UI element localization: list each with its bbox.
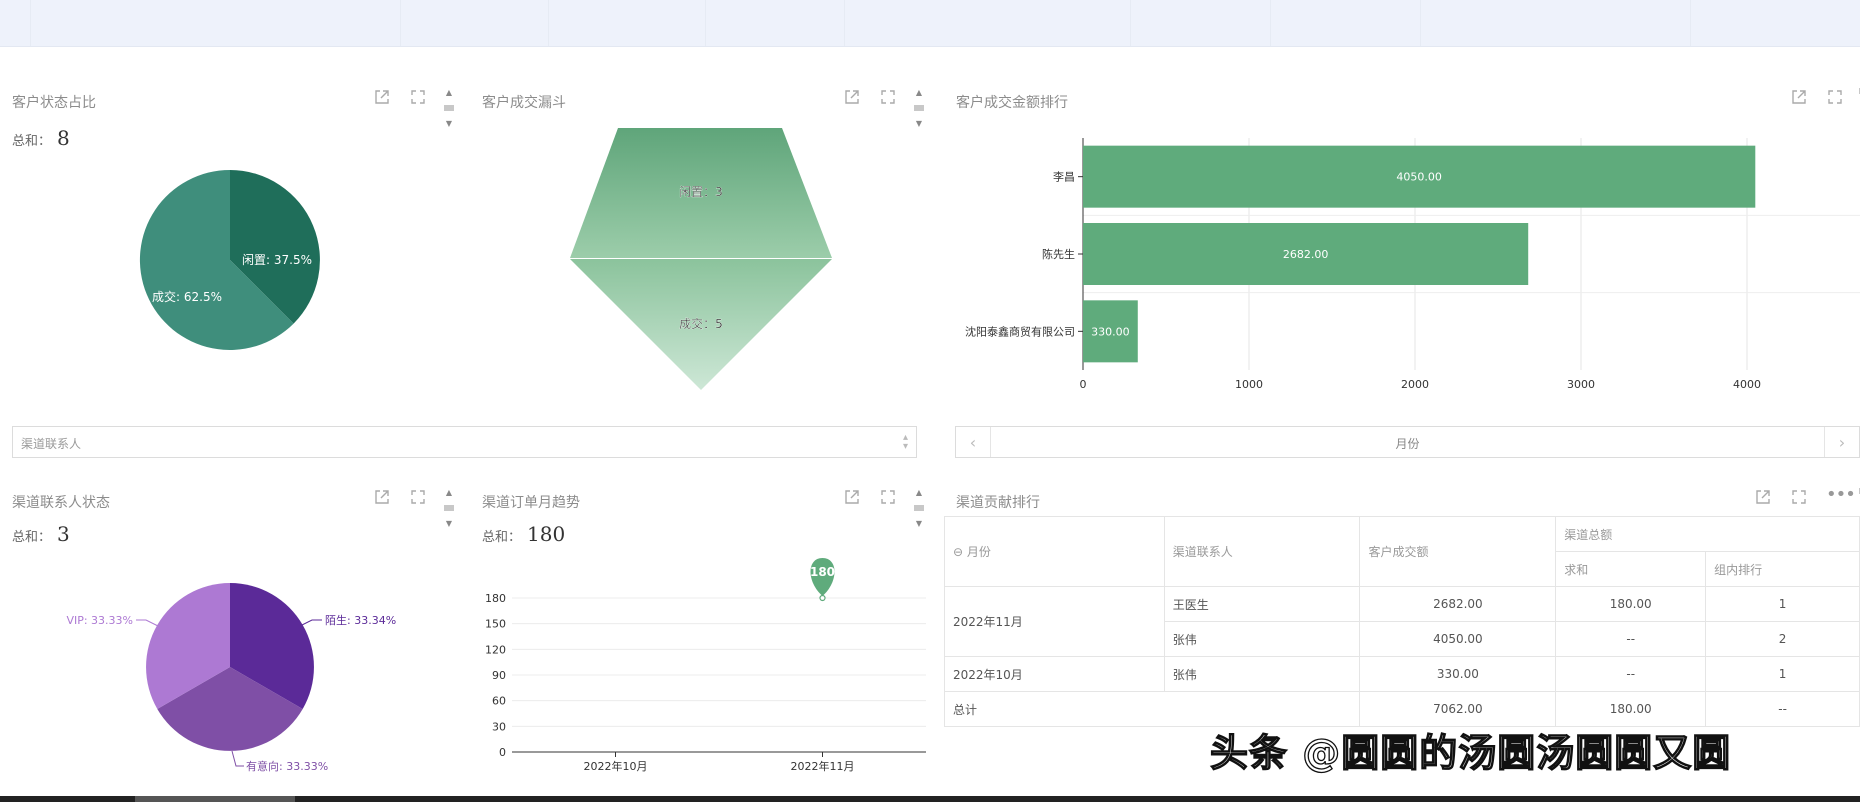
data-point: [819, 594, 826, 602]
pie-label-idle: 闲置: 37.5%: [242, 253, 312, 267]
marker-label: 180: [810, 565, 835, 579]
more-icon[interactable]: •••: [1826, 486, 1856, 506]
customer-funnel-panel: 客户成交漏斗 ▲ ▼ 闲置：3 成交：5: [470, 80, 935, 400]
cell-rank: 1: [1705, 586, 1860, 622]
toolbar-divider: [548, 0, 549, 46]
y-tick-label: 120: [485, 643, 506, 656]
table-header-row: ⊖ 月份 渠道联系人 客户成交额 渠道总额: [944, 516, 1860, 587]
top-toolbar: [0, 0, 1860, 47]
x-tick-label: 4000: [1733, 378, 1761, 391]
cell-rank: 1: [1705, 656, 1860, 692]
y-tick-label: 180: [485, 592, 506, 605]
header-rank: 组内排行: [1705, 551, 1860, 587]
cell-month: 2022年11月: [944, 586, 1165, 657]
x-tick-label: 2022年11月: [791, 759, 855, 773]
cell-contact: 王医生: [1163, 586, 1361, 622]
watermark-text: 头条 @圆圆的汤圆汤圆圆又圆: [1209, 730, 1732, 775]
select-placeholder: 渠道联系人: [21, 437, 82, 451]
y-tick-label: 60: [492, 695, 506, 708]
scrollbar-thumb[interactable]: [135, 796, 295, 802]
cell-contact: 张伟: [1163, 656, 1361, 692]
cell-deal: 330.00: [1359, 656, 1557, 692]
y-tick-label: 30: [492, 720, 506, 733]
next-month-button[interactable]: ›: [1824, 427, 1859, 457]
horizontal-scrollbar[interactable]: [0, 796, 1860, 802]
select-arrows-icon: ▴ ▾: [902, 432, 908, 452]
cell-rank: 2: [1705, 621, 1860, 657]
y-tick-label: 0: [499, 746, 506, 759]
x-tick-label: 2022年10月: [584, 759, 648, 773]
toolbar-divider: [400, 0, 401, 46]
x-tick-label: 3000: [1567, 378, 1595, 391]
pie-label-deal: 成交: 62.5%: [152, 289, 222, 304]
customer-amount-panel: 客户成交金额排行 010002000300040005000李昌4050.00陈…: [944, 80, 1860, 400]
funnel-label-idle: 闲置：3: [679, 185, 723, 199]
toolbar-divider: [30, 0, 31, 46]
external-link-icon[interactable]: [1754, 488, 1772, 506]
funnel-label-deal: 成交：5: [679, 316, 723, 331]
toolbar-divider: [1130, 0, 1131, 46]
bar-value-label: 4050.00: [1396, 171, 1442, 184]
category-label: 陈先生: [1042, 247, 1075, 261]
header-contact: 渠道联系人: [1163, 516, 1361, 587]
channel-contact-select[interactable]: 渠道联系人 ▴ ▾: [12, 426, 917, 458]
header-deal: 客户成交额: [1359, 516, 1557, 587]
x-tick-label: 1000: [1235, 378, 1263, 391]
order-line-chart: 0 30 60 90 120 150 180 2022年10月 2022年11月 180: [485, 558, 926, 773]
channel-pie-chart: 陌生: 33.34% VIP: 33.33% 有意向: 33.33%: [66, 583, 396, 773]
category-label: 沈阳泰鑫商贸有限公司: [965, 324, 1075, 338]
pie-label-stranger: 陌生: 33.34%: [325, 613, 396, 627]
fullscreen-icon[interactable]: [1790, 488, 1808, 506]
header-month[interactable]: ⊖ 月份: [944, 516, 1165, 587]
contribution-table: ⊖ 月份 渠道联系人 客户成交额 渠道总额 求和 组内排行 2022年11月 王…: [943, 516, 1860, 727]
toolbar-divider: [1690, 0, 1691, 46]
category-label: 李昌: [1053, 170, 1075, 184]
header-sum: 求和: [1555, 551, 1707, 587]
month-label: 月份: [1395, 437, 1420, 451]
pie-label-intent: 有意向: 33.33%: [246, 759, 328, 773]
amount-bar-chart: 010002000300040005000李昌4050.00陈先生2682.00…: [965, 138, 1860, 391]
status-pie-chart: 闲置: 37.5% 成交: 62.5%: [139, 169, 320, 350]
x-tick-label: 2000: [1401, 378, 1429, 391]
funnel-chart: 闲置：3 成交：5: [570, 128, 832, 390]
cell-deal: 2682.00: [1359, 586, 1557, 622]
toolbar-divider: [705, 0, 706, 46]
cell-sum: --: [1555, 656, 1707, 692]
collapse-icon[interactable]: ⊖: [953, 545, 963, 559]
toolbar-divider: [1420, 0, 1421, 46]
toolbar-divider: [844, 0, 845, 46]
panel-title: 渠道贡献排行: [956, 495, 1040, 511]
month-pager: ‹ 月份 ›: [955, 426, 1860, 458]
x-tick-label: 0: [1080, 378, 1087, 391]
header-month-label: 月份: [966, 545, 991, 559]
cell-deal: 4050.00: [1359, 621, 1557, 657]
bar-value-label: 2682.00: [1283, 248, 1329, 261]
order-trend-panel: 渠道订单月趋势 ▲ ▼ 总和： 180 0 30 60 90 120 150 180 2022年1…: [470, 480, 935, 780]
y-tick-label: 150: [485, 618, 506, 631]
toolbar-divider: [1270, 0, 1271, 46]
y-tick-label: 90: [492, 669, 506, 682]
pie-label-vip: VIP: 33.33%: [66, 614, 133, 627]
cell-sum: --: [1555, 621, 1707, 657]
bar-value-label: 330.00: [1091, 325, 1130, 338]
cell-month: 2022年10月: [944, 656, 1165, 692]
cell-contact: 张伟: [1163, 621, 1361, 657]
table-row: 2022年11月 王医生 2682.00 180.00 1: [944, 586, 1860, 657]
header-group: 渠道总额: [1555, 516, 1860, 552]
channel-status-panel: 渠道联系人状态 ▲ ▼ 总和： 3 陌生: 33.34% VIP: 33.33% 有…: [0, 480, 465, 780]
customer-status-panel: 客户状态占比 ▲ ▼ 总和： 8 闲置: 37.5% 成交: 62.5%: [0, 80, 465, 400]
cell-sum: 180.00: [1555, 586, 1707, 622]
prev-month-button[interactable]: ‹: [956, 427, 991, 457]
table-row: 2022年10月 张伟 330.00 -- 1: [944, 656, 1860, 692]
